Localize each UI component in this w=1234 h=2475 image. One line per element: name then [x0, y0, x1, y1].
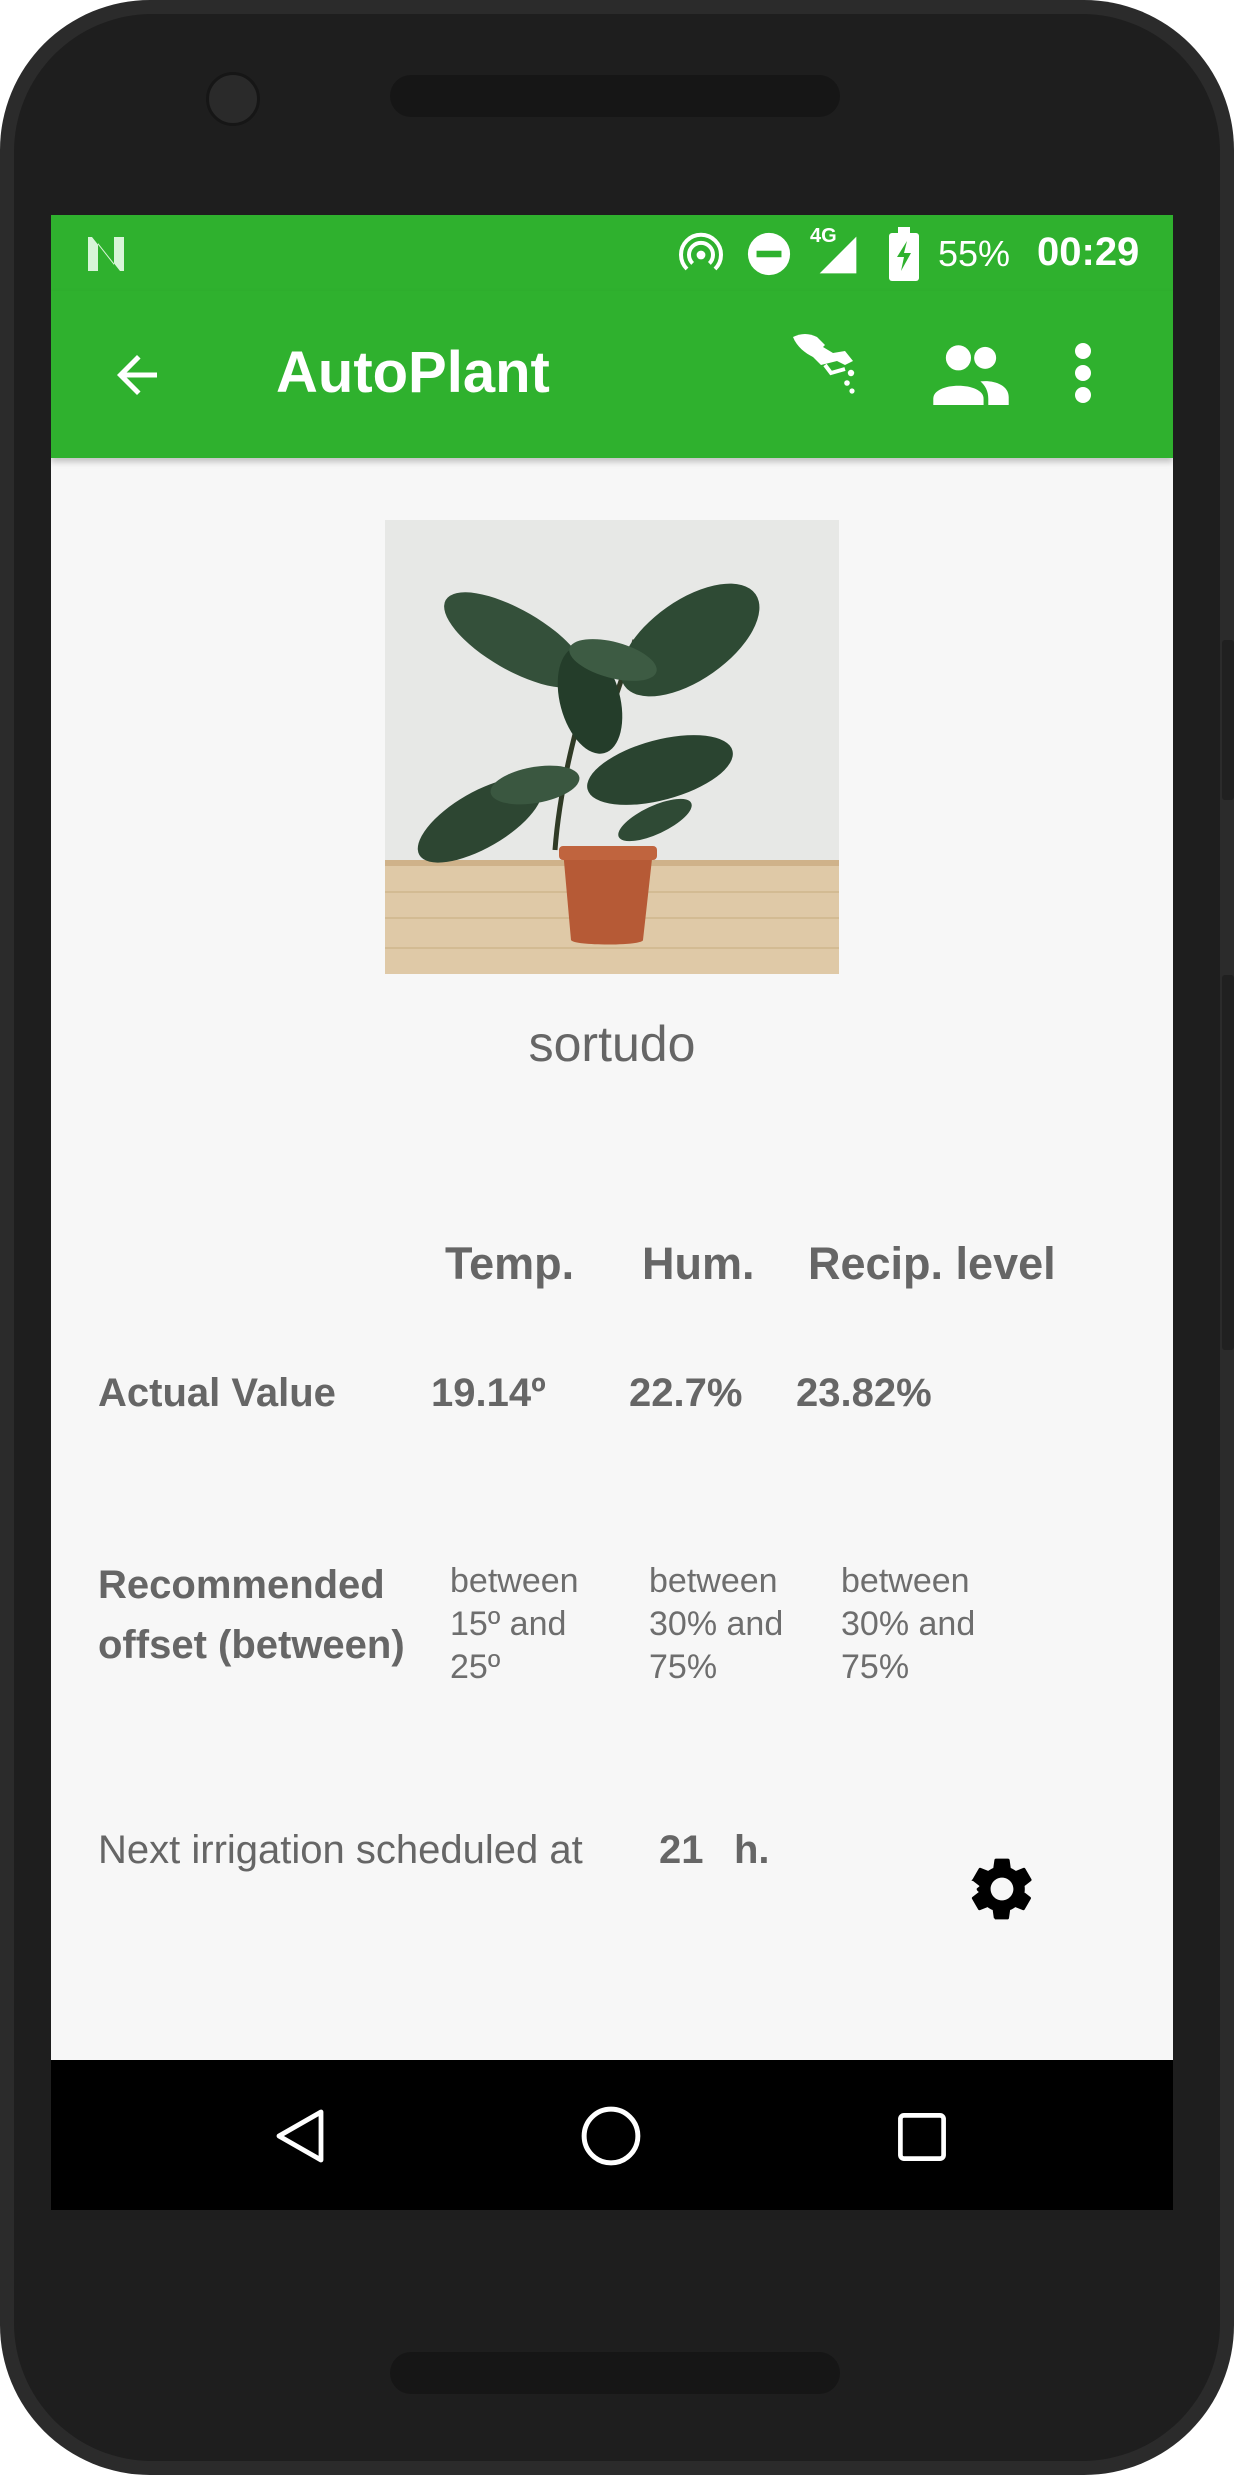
recommended-recip-range: between 30% and 75%: [841, 1560, 1021, 1689]
irrigation-schedule-text: Next irrigation scheduled at: [98, 1828, 583, 1872]
recommended-temp-range: between 15º and 25º: [450, 1560, 630, 1689]
plant-photo: [385, 520, 839, 974]
plant-name: sortudo: [528, 1016, 696, 1072]
more-vert-icon[interactable]: [1073, 341, 1093, 405]
settings-gear-icon[interactable]: [964, 1851, 1040, 1927]
app-title: AutoPlant: [276, 340, 550, 405]
actual-temp-value: 19.14º: [431, 1371, 546, 1415]
battery-icon: [889, 227, 919, 281]
irrigation-hour: 21: [659, 1828, 704, 1872]
recommended-label-line-2: offset (between): [98, 1623, 405, 1667]
back-triangle-icon[interactable]: [271, 2106, 331, 2166]
hotspot-icon: [679, 232, 723, 271]
home-circle-icon[interactable]: [580, 2105, 642, 2167]
power-button: [1222, 640, 1234, 800]
bottom-speaker-grille: [390, 2352, 840, 2394]
range-line: 30% and: [649, 1605, 784, 1643]
irrigation-unit: h.: [734, 1828, 770, 1872]
range-line: 15º and: [450, 1605, 567, 1643]
watering-can-icon[interactable]: [785, 325, 865, 405]
range-line: 25º: [450, 1648, 501, 1686]
recommended-hum-range: between 30% and 75%: [649, 1560, 829, 1689]
battery-percentage: 55%: [938, 233, 1011, 274]
header-hum: Hum.: [642, 1238, 755, 1289]
range-line: between: [841, 1562, 970, 1600]
actual-recip-value: 23.82%: [796, 1371, 932, 1415]
volume-button: [1222, 975, 1234, 1350]
range-line: 30% and: [841, 1605, 976, 1643]
clock: 00:29: [1037, 230, 1140, 274]
recents-square-icon[interactable]: [895, 2110, 949, 2164]
range-line: 75%: [649, 1648, 718, 1686]
status-bar: 4G 55% 00:29: [51, 215, 1173, 291]
header-recip-level: Recip. level: [808, 1238, 1056, 1289]
recommended-label-line-1: Recommended: [98, 1563, 385, 1607]
range-line: 75%: [841, 1648, 910, 1686]
do-not-disturb-icon: [747, 232, 791, 276]
recommended-offset-label: Recommended offset (between): [98, 1555, 405, 1675]
actual-hum-value: 22.7%: [629, 1371, 743, 1415]
top-speaker-grille: [390, 75, 840, 117]
range-line: between: [450, 1562, 579, 1600]
phone-screen: 4G 55% 00:29 AutoPlant sortudo Temp. Hum…: [51, 215, 1173, 2210]
actual-value-label: Actual Value: [98, 1371, 336, 1415]
header-temp: Temp.: [445, 1238, 575, 1289]
signal-icon: [819, 236, 857, 274]
navigation-bar: [51, 2060, 1173, 2210]
range-line: between: [649, 1562, 778, 1600]
front-camera: [206, 72, 260, 126]
people-icon[interactable]: [933, 339, 1009, 405]
app-bar: AutoPlant: [51, 291, 1173, 458]
back-arrow-icon[interactable]: [107, 345, 167, 405]
notification-n-icon: [88, 237, 124, 271]
